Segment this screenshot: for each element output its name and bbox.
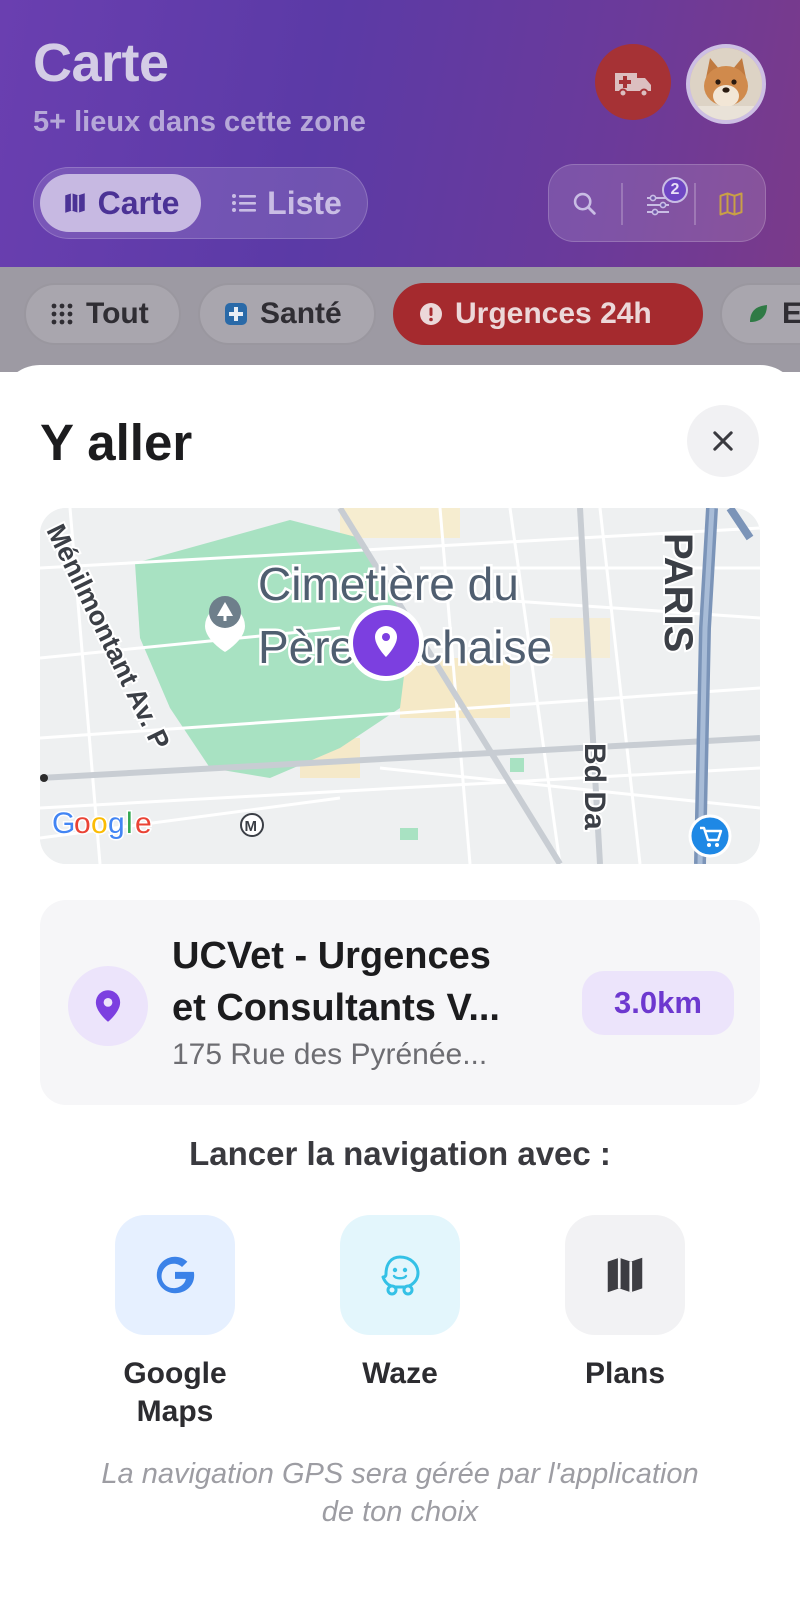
google-maps-app-button[interactable] <box>115 1215 235 1335</box>
leaf-icon <box>750 305 767 322</box>
filter-count-badge: 2 <box>662 177 688 203</box>
navigation-footnote: La navigation GPS sera gérée par l'appli… <box>40 1455 760 1531</box>
close-icon <box>713 431 733 451</box>
ambulance-icon <box>615 73 651 97</box>
places-count-subtitle: 5+ lieux dans cette zone <box>33 106 366 138</box>
waze-option[interactable]: Waze <box>320 1215 480 1393</box>
map-preview[interactable]: Cimetière du Père Lachaise Ménilmontant … <box>40 508 760 864</box>
google-logo: G o o g l e <box>51 806 154 842</box>
alert-icon <box>420 303 442 325</box>
folded-map-icon <box>719 192 743 216</box>
page-title: Carte <box>33 33 169 93</box>
google-logo-letter: l <box>126 807 133 840</box>
map-icon <box>64 193 85 213</box>
google-logo-letter: g <box>108 807 125 840</box>
app-label-line: Google <box>123 1357 227 1390</box>
waze-icon <box>381 1255 420 1296</box>
place-pin-container <box>68 966 148 1046</box>
app-label: Google Maps <box>95 1355 255 1431</box>
google-logo-letter: G <box>52 807 75 840</box>
map-view-label: Carte <box>97 184 180 221</box>
map-city-label: PARIS <box>656 533 700 652</box>
list-view-tab[interactable]: Liste <box>214 174 359 232</box>
app-label-line: Waze <box>362 1357 438 1390</box>
search-icon <box>573 192 596 215</box>
map-layers-button[interactable] <box>695 165 767 243</box>
place-card[interactable]: UCVet - Urgences et Consultants V... 175… <box>40 900 760 1105</box>
app-label-line: Maps <box>136 1395 214 1428</box>
footnote-line: de ton choix <box>321 1496 479 1528</box>
apple-plans-option[interactable]: Plans <box>545 1215 705 1393</box>
app-label: Waze <box>320 1355 480 1393</box>
sheet-title: Y aller <box>40 414 193 471</box>
category-chips-bar: Tout Santé Urgences 24h E <box>0 267 800 372</box>
category-label: E <box>782 297 800 330</box>
filter-button[interactable]: 2 <box>622 165 694 243</box>
category-label: Santé <box>260 297 342 330</box>
avatar[interactable] <box>686 44 766 124</box>
distance-badge: 3.0km <box>582 971 734 1035</box>
close-button[interactable] <box>687 405 759 477</box>
place-name-line: et Consultants V... <box>172 987 500 1029</box>
emergency-button[interactable] <box>595 44 671 120</box>
google-logo-letter: e <box>135 807 152 840</box>
shopping-cart-icon <box>688 814 732 858</box>
location-pin-icon <box>95 990 121 1022</box>
category-chip-environnement[interactable]: E <box>720 283 800 345</box>
place-name-line: UCVet - Urgences <box>172 935 491 977</box>
place-name: UCVet - Urgences et Consultants V... <box>172 930 572 1034</box>
list-view-label: Liste <box>267 184 342 221</box>
footnote-line: La navigation GPS sera gérée par l'appli… <box>101 1458 699 1490</box>
directions-sheet: Y aller Cimetière du Père Lachaise Ménil… <box>0 365 800 1620</box>
google-maps-option[interactable]: Google Maps <box>95 1215 255 1431</box>
medical-cross-icon <box>225 303 247 325</box>
google-g-icon <box>156 1256 195 1294</box>
app-header: Carte 5+ lieux dans cette zone Carte Lis… <box>0 0 800 267</box>
category-label: Urgences 24h <box>455 297 652 330</box>
map-tools-group: 2 <box>548 164 766 242</box>
map-place-label: Cimetière du <box>258 558 519 610</box>
google-logo-letter: o <box>91 807 108 840</box>
category-chip-tout[interactable]: Tout <box>24 283 181 345</box>
category-chip-sante[interactable]: Santé <box>198 283 376 345</box>
category-chip-urgences[interactable]: Urgences 24h <box>393 283 703 345</box>
view-toggle: Carte Liste <box>33 167 368 239</box>
grid-icon <box>51 303 73 325</box>
map-folded-icon <box>607 1257 643 1293</box>
navigation-heading: Lancer la navigation avec : <box>189 1135 611 1172</box>
metro-label: M <box>245 818 258 835</box>
google-logo-letter: o <box>74 807 91 840</box>
plans-app-button[interactable] <box>565 1215 685 1335</box>
waze-app-button[interactable] <box>340 1215 460 1335</box>
app-label-line: Plans <box>584 1357 666 1390</box>
category-label: Tout <box>86 297 149 330</box>
list-icon <box>232 194 257 212</box>
map-view-tab[interactable]: Carte <box>40 174 201 232</box>
map-street-label: Bd Da <box>578 743 611 830</box>
search-button[interactable] <box>549 165 621 243</box>
app-label: Plans <box>545 1355 705 1393</box>
map-canvas: Cimetière du Père Lachaise Ménilmontant … <box>40 508 760 864</box>
place-address: 175 Rue des Pyrénée... <box>172 1038 488 1071</box>
dog-avatar-image <box>690 48 762 120</box>
